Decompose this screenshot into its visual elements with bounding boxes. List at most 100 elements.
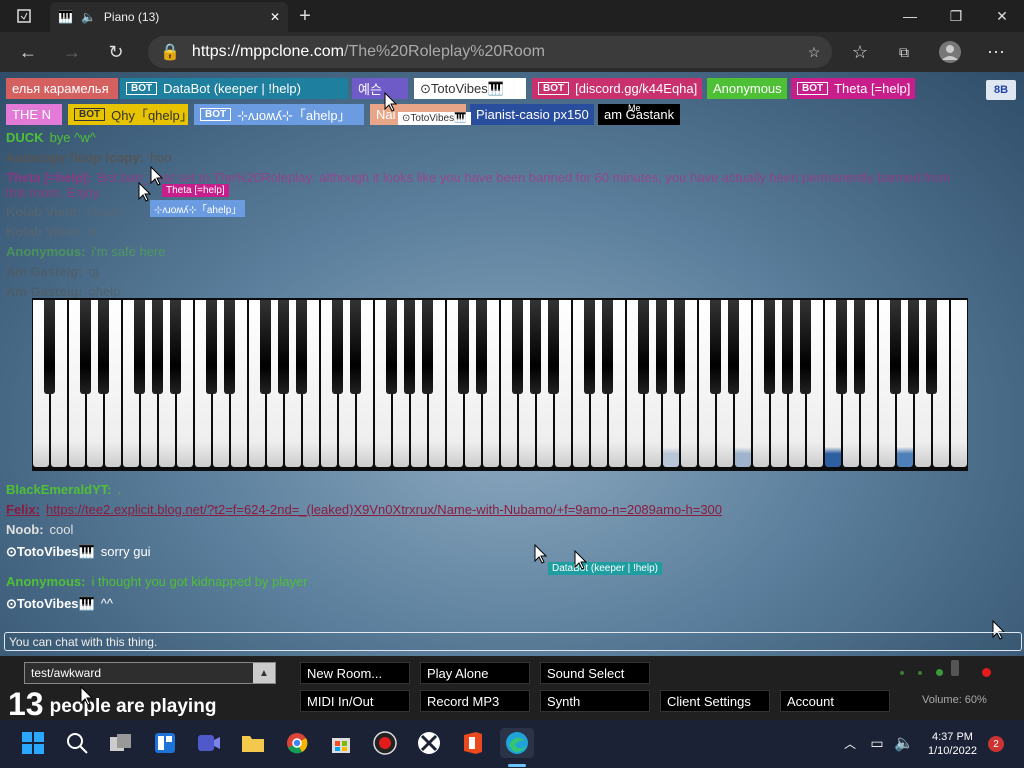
user-tag[interactable]: Anonymous xyxy=(707,78,787,99)
control-button[interactable]: Record MP3 xyxy=(420,690,530,712)
refresh-icon[interactable]: ↻ xyxy=(102,38,130,66)
plus-icon[interactable]: + xyxy=(294,0,316,32)
black-key[interactable] xyxy=(836,300,848,394)
close-icon[interactable]: ✕ xyxy=(270,10,280,24)
search-icon[interactable] xyxy=(62,728,92,758)
user-count-badge[interactable]: 8B xyxy=(986,80,1016,100)
user-tag[interactable]: Pianist-casio px150 xyxy=(470,104,594,125)
minimize-icon[interactable]: — xyxy=(898,0,922,32)
control-button[interactable]: Account xyxy=(780,690,890,712)
back-icon[interactable]: ← xyxy=(14,38,42,66)
user-tag[interactable]: THE N xyxy=(6,104,62,125)
black-key[interactable] xyxy=(710,300,722,394)
start-icon[interactable] xyxy=(18,728,48,758)
user-tag[interactable]: BOT Theta [=help] xyxy=(791,78,915,99)
user-tag[interactable]: 예슨 xyxy=(352,78,408,99)
black-key[interactable] xyxy=(332,300,344,394)
chrome-icon[interactable] xyxy=(282,728,312,758)
black-key[interactable] xyxy=(134,300,146,394)
control-button[interactable]: New Room... xyxy=(300,662,410,684)
favorites-icon[interactable]: ☆ xyxy=(846,38,874,66)
room-select[interactable]: test/awkward ▲ xyxy=(24,662,276,684)
user-tag[interactable]: BOT [discord.gg/k44Eqha] xyxy=(532,78,702,99)
black-key[interactable] xyxy=(458,300,470,394)
black-key[interactable] xyxy=(890,300,902,394)
user-tag[interactable]: BOT Qhy「qhelp」 xyxy=(68,104,193,125)
black-key[interactable] xyxy=(278,300,290,394)
black-key[interactable] xyxy=(296,300,308,394)
black-key[interactable] xyxy=(206,300,218,394)
control-button[interactable]: Synth xyxy=(540,690,650,712)
black-key[interactable] xyxy=(386,300,398,394)
restore-icon[interactable]: ❐ xyxy=(944,0,968,32)
black-key[interactable] xyxy=(80,300,92,394)
window-close-icon[interactable]: ✕ xyxy=(990,0,1014,32)
black-key[interactable] xyxy=(782,300,794,394)
black-key[interactable] xyxy=(224,300,236,394)
control-button[interactable]: Sound Select xyxy=(540,662,650,684)
notification-badge[interactable]: 2 xyxy=(988,736,1004,752)
black-key[interactable] xyxy=(800,300,812,394)
speaker-icon[interactable]: 🔈 xyxy=(81,10,96,24)
xbox-icon[interactable] xyxy=(414,728,444,758)
black-key[interactable] xyxy=(602,300,614,394)
collections-icon[interactable]: ⧉ xyxy=(890,38,918,66)
user-tag[interactable]: елья карамелья xyxy=(6,78,118,99)
black-key[interactable] xyxy=(44,300,56,394)
profile-icon[interactable] xyxy=(936,38,964,66)
record-app-icon[interactable] xyxy=(370,728,400,758)
chevron-up-icon[interactable]: ▲ xyxy=(253,663,275,683)
black-key[interactable] xyxy=(350,300,362,394)
chat-text: . xyxy=(117,482,122,497)
user-tag[interactable]: ⊙TotoVibes🎹 xyxy=(414,78,526,99)
black-key[interactable] xyxy=(476,300,488,394)
black-key[interactable] xyxy=(638,300,650,394)
piano-keyboard[interactable] xyxy=(32,298,968,471)
user-tag[interactable]: BOT DataBot (keeper | !help) xyxy=(120,78,348,99)
browser-tab[interactable]: 🎹 🔈 Piano (13) ✕ xyxy=(50,2,288,32)
network-icon[interactable]: ▭ xyxy=(866,728,888,758)
black-key[interactable] xyxy=(512,300,524,394)
black-key[interactable] xyxy=(854,300,866,394)
volume-knob-icon[interactable] xyxy=(951,660,959,676)
black-key[interactable] xyxy=(98,300,110,394)
chevron-up-icon[interactable]: ︿ xyxy=(840,728,860,758)
black-key[interactable] xyxy=(764,300,776,394)
task-view-icon[interactable] xyxy=(106,728,136,758)
office-icon[interactable] xyxy=(458,728,488,758)
add-favorite-icon[interactable]: ☆ xyxy=(800,38,828,66)
teams-icon[interactable] xyxy=(194,728,224,758)
url-field[interactable]: 🔒 https://mppclone.com/The%20Roleplay%20… xyxy=(148,36,832,68)
speaker-icon[interactable]: 🔈 xyxy=(892,728,916,758)
menu-icon[interactable]: ⋯ xyxy=(982,38,1010,66)
chat-author: Felix: xyxy=(6,502,40,517)
black-key[interactable] xyxy=(170,300,182,394)
black-key[interactable] xyxy=(548,300,560,394)
control-button[interactable]: Client Settings xyxy=(660,690,770,712)
control-button[interactable]: Play Alone xyxy=(420,662,530,684)
widgets-icon[interactable] xyxy=(150,728,180,758)
edge-icon[interactable] xyxy=(500,728,534,758)
black-key[interactable] xyxy=(422,300,434,394)
user-tag[interactable]: BOT ⊹ʌɹoʍʎ⊹「ahelp」 xyxy=(194,104,364,125)
black-key[interactable] xyxy=(404,300,416,394)
white-key[interactable] xyxy=(951,300,967,467)
clock[interactable]: 4:37 PM 1/10/2022 xyxy=(928,730,977,758)
folder-icon[interactable] xyxy=(238,728,268,758)
black-key[interactable] xyxy=(674,300,686,394)
black-key[interactable] xyxy=(530,300,542,394)
control-button[interactable]: MIDI In/Out xyxy=(300,690,410,712)
black-key[interactable] xyxy=(584,300,596,394)
chat-message: Autocopy !loop !copy: hoo xyxy=(6,150,172,165)
black-key[interactable] xyxy=(656,300,668,394)
forward-icon[interactable]: → xyxy=(58,38,86,66)
black-key[interactable] xyxy=(908,300,920,394)
black-key[interactable] xyxy=(926,300,938,394)
window-icon[interactable] xyxy=(10,0,38,32)
store-icon[interactable] xyxy=(326,728,356,758)
chat-input[interactable]: You can chat with this thing. xyxy=(4,632,1022,651)
black-key[interactable] xyxy=(728,300,740,394)
black-key[interactable] xyxy=(152,300,164,394)
black-key[interactable] xyxy=(260,300,272,394)
chat-text[interactable]: https://tee2.explicit.blog.net/?t2=f=624… xyxy=(46,502,722,517)
